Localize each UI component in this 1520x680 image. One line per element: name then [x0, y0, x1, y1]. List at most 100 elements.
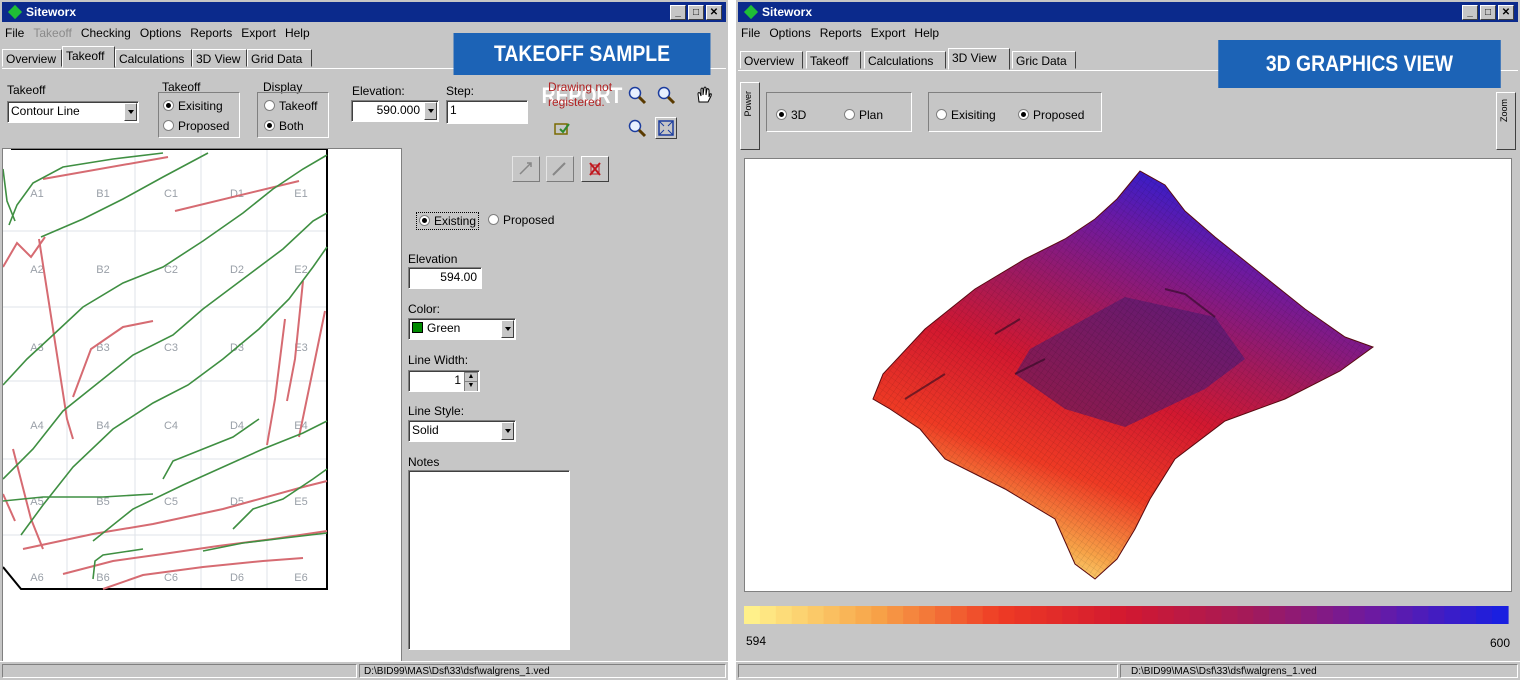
radio-display-takeoff[interactable]: Takeoff [264, 99, 317, 113]
tab-takeoff[interactable]: Takeoff [62, 46, 115, 68]
takeoff-window: Siteworx _ □ ✕ File Takeoff Checking Options R… [0, 0, 728, 680]
menu-file[interactable]: File [5, 26, 24, 40]
tab-takeoff[interactable]: Takeoff [806, 51, 861, 69]
notes-textarea[interactable] [408, 470, 570, 650]
copy-line-icon[interactable] [512, 156, 540, 182]
menu-options[interactable]: Options [769, 26, 810, 40]
line-style-label: Line Style: [408, 404, 465, 418]
takeoff-drawing-canvas[interactable]: A1 B1 C1 D1 E1 A2 B2 C2 D2 E2 A3 B3 C3 D3 E3 A4 B4 C4 D4 E4… [2, 148, 402, 662]
menu-export[interactable]: Export [871, 26, 906, 40]
left-status-bar: D:\BID99\MAS\Dsf\33\dsf\walgrens_1.ved [0, 661, 728, 680]
register-icon[interactable] [551, 118, 573, 140]
delete-line-icon[interactable] [581, 156, 609, 182]
color-dropdown-icon[interactable] [501, 320, 514, 338]
close-button[interactable]: ✕ [1498, 5, 1514, 20]
radio-proposed[interactable]: Proposed [1018, 108, 1084, 122]
scale-swatch [966, 606, 984, 624]
minimize-button[interactable]: _ [1462, 5, 1478, 20]
line-style-select[interactable]: Solid [408, 420, 516, 442]
3d-graphics-banner: 3D GRAPHICS VIEW [1218, 40, 1501, 88]
spin-down-icon[interactable]: ▼ [464, 381, 478, 391]
tab-calculations[interactable]: Calculations [864, 51, 946, 69]
zoom-window-icon[interactable] [626, 117, 648, 139]
zoom-out-icon[interactable] [655, 84, 677, 106]
3d-render-canvas[interactable] [744, 158, 1512, 592]
line-width-input[interactable]: 1 ▲ ▼ [408, 370, 480, 392]
scale-swatch [1428, 606, 1445, 624]
right-menu-bar: File Options Reports Export Help [738, 24, 945, 42]
menu-help[interactable]: Help [914, 26, 939, 40]
grid-cell-label: E1 [294, 188, 307, 200]
tab-calculations[interactable]: Calculations [115, 49, 192, 67]
scale-swatch [1460, 606, 1477, 624]
step-input[interactable]: 1 [446, 100, 528, 124]
radio-proposed[interactable]: Proposed [488, 213, 554, 227]
chevron-down-icon[interactable] [124, 103, 137, 121]
grid-cell-label: A4 [30, 420, 43, 432]
line-style-dropdown-icon[interactable] [501, 422, 514, 440]
edit-line-icon[interactable] [546, 156, 574, 182]
radio-plan[interactable]: Plan [844, 108, 883, 122]
radio-3d[interactable]: 3D [776, 108, 806, 122]
left-tab-strip: Overview Takeoff Calculations 3D View Gr… [2, 46, 442, 68]
menu-options[interactable]: Options [140, 26, 181, 40]
menu-help[interactable]: Help [285, 26, 310, 40]
menu-export[interactable]: Export [241, 26, 276, 40]
tab-overview[interactable]: Overview [740, 51, 803, 69]
grid-cell-label: B4 [96, 420, 109, 432]
tab-grid-data[interactable]: Gric Data [1012, 51, 1076, 69]
power-strip[interactable]: Power [740, 82, 760, 150]
grid-cell-label: A6 [30, 572, 43, 584]
zoom-strip-label: Zoom [1499, 99, 1509, 123]
scale-swatch [1269, 606, 1286, 624]
grid-cell-label: A3 [30, 342, 43, 354]
takeoff-select[interactable]: Contour Line [7, 101, 139, 123]
takeoff-label: Takeoff [7, 83, 46, 97]
menu-file[interactable]: File [741, 26, 760, 40]
elevation-dropdown-icon[interactable] [424, 102, 437, 120]
maximize-button[interactable]: □ [688, 5, 704, 20]
registration-warning-line1: Drawing not [548, 80, 613, 94]
radio-existing[interactable]: Exisiting [936, 108, 996, 122]
menu-checking[interactable]: Checking [81, 26, 131, 40]
elevation-input[interactable]: 590.000 [351, 100, 439, 122]
tab-3d-view[interactable]: 3D View [948, 48, 1010, 70]
scale-swatch [1285, 606, 1302, 624]
minimize-button[interactable]: _ [670, 5, 686, 20]
maximize-button[interactable]: □ [1480, 5, 1496, 20]
scale-swatch [1332, 606, 1350, 624]
menu-reports[interactable]: Reports [190, 26, 232, 40]
scale-swatch [791, 606, 809, 624]
left-window-title: Siteworx [26, 5, 77, 19]
close-button[interactable]: ✕ [706, 5, 722, 20]
zoom-extents-icon[interactable] [655, 117, 677, 139]
pan-hand-icon[interactable] [693, 84, 715, 106]
zoom-in-icon[interactable] [626, 84, 648, 106]
radio-existing[interactable]: Existing [416, 212, 480, 230]
scale-swatch [775, 606, 793, 624]
zoom-strip[interactable]: Zoom [1496, 92, 1516, 150]
tab-3d-view[interactable]: 3D View [192, 49, 247, 67]
radio-display-both[interactable]: Both [264, 119, 304, 133]
tab-overview[interactable]: Overview [2, 49, 62, 67]
scale-swatch [1141, 606, 1159, 624]
scale-swatch [1476, 606, 1493, 624]
radio-takeoff-proposed[interactable]: Proposed [163, 119, 229, 133]
grid-cell-label: C5 [164, 496, 178, 508]
menu-reports[interactable]: Reports [820, 26, 862, 40]
grid-cell-label: D2 [230, 264, 244, 276]
grid-cell-label: E2 [294, 264, 307, 276]
menu-takeoff[interactable]: Takeoff [33, 26, 71, 40]
radio-takeoff-existing[interactable]: Exisiting [163, 99, 223, 113]
scale-swatch [855, 606, 872, 624]
scale-swatch [887, 606, 904, 624]
grid-cell-label: B2 [96, 264, 109, 276]
side-elevation-input[interactable]: 594.00 [408, 267, 482, 289]
scale-swatch [1237, 606, 1254, 624]
power-strip-label: Power [743, 91, 753, 117]
color-select[interactable]: Green [408, 318, 516, 340]
registration-warning-line2: registered. [548, 95, 605, 109]
grid-cell-label: E6 [294, 572, 307, 584]
left-menu-bar: File Takeoff Checking Options Reports Export H… [2, 24, 316, 42]
tab-grid-data[interactable]: Grid Data [247, 49, 312, 67]
